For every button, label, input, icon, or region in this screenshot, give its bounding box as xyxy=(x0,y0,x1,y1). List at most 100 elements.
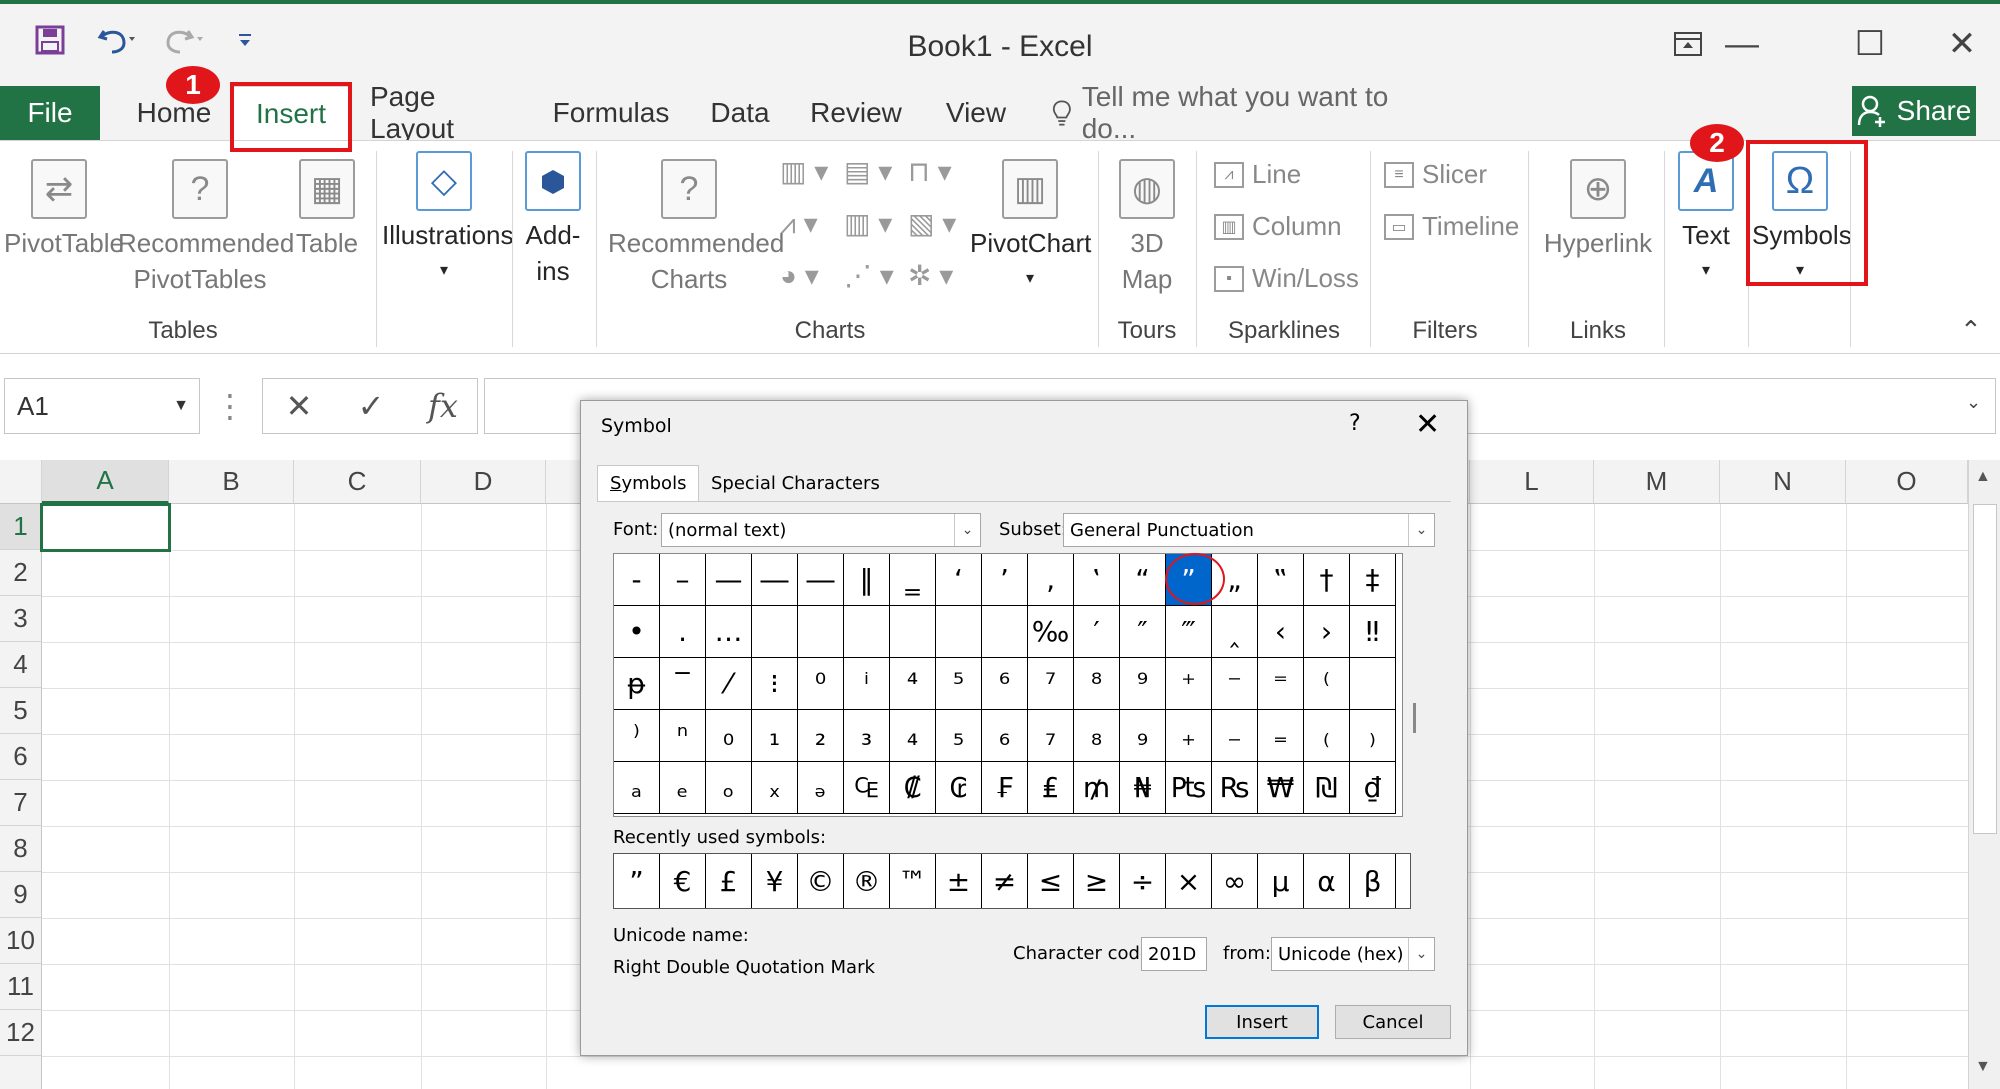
table-button[interactable]: ▦ Table xyxy=(290,159,364,261)
row-header-4[interactable]: 4 xyxy=(0,642,42,688)
symbol-cell[interactable]: ‘ xyxy=(936,554,982,606)
ribbon-display-options-icon[interactable] xyxy=(1658,22,1718,66)
symbol-cell[interactable]: ₔ xyxy=(798,762,844,814)
symbol-grid[interactable]: ‐ – — ― ― ‖ ‗ ‘’ ‚ ‛ “” „ ‟ † ‡ • ․… ‰ ′ ″ ‴ ‸ ‹ › ‼ ᵽ ‾ ⁄ ⁝ ⁰ ⁱ ⁴ ⁵ ⁶ ⁷ ⁸ ⁹… xyxy=(613,553,1403,817)
symbol-cell[interactable]: ⁾ xyxy=(614,710,660,762)
symbol-cell[interactable]: ₊ xyxy=(1166,710,1212,762)
symbol-cell[interactable]: ₆ xyxy=(982,710,1028,762)
share-button[interactable]: Share xyxy=(1852,86,1976,136)
recent-symbol-cell[interactable]: € xyxy=(660,854,706,908)
hierarchy-chart-icon[interactable]: ▤ ▾ xyxy=(844,155,892,188)
chevron-down-icon[interactable]: ⌄ xyxy=(1408,938,1434,970)
symbol-cell[interactable]: ‴ xyxy=(1166,606,1212,658)
sparkline-line-button[interactable]: ⩘ Line xyxy=(1214,159,1301,190)
symbol-cell[interactable]: ₣ xyxy=(982,762,1028,814)
tab-data[interactable]: Data xyxy=(704,86,776,140)
scatter-chart-icon[interactable]: ⋰ ▾ xyxy=(844,259,894,292)
symbol-cell[interactable] xyxy=(844,606,890,658)
chevron-down-icon[interactable]: ⌄ xyxy=(1408,514,1434,546)
symbol-cell[interactable]: ‖ xyxy=(844,554,890,606)
symbol-cell[interactable]: ₇ xyxy=(1028,710,1074,762)
symbol-cell[interactable]: ⁴ xyxy=(890,658,936,710)
symbol-cell[interactable]: ‰ xyxy=(1028,606,1074,658)
row-header-5[interactable]: 5 xyxy=(0,688,42,734)
text-button[interactable]: A Text ▾ xyxy=(1670,151,1742,289)
recent-symbol-cell[interactable]: ¥ xyxy=(752,854,798,908)
select-all-corner[interactable] xyxy=(0,460,42,504)
symbol-cell[interactable]: ₡ xyxy=(890,762,936,814)
symbol-cell[interactable]: ₤ xyxy=(1028,762,1074,814)
symbol-cell[interactable]: ₒ xyxy=(706,762,752,814)
chevron-down-icon[interactable]: ▼ xyxy=(173,397,189,415)
symbol-cell[interactable]: ₃ xyxy=(844,710,890,762)
symbol-cell[interactable]: † xyxy=(1304,554,1350,606)
tab-special-characters[interactable]: Special Characters xyxy=(699,465,892,501)
recent-symbol-cell[interactable]: ÷ xyxy=(1120,854,1166,908)
symbol-cell[interactable]: ₈ xyxy=(1074,710,1120,762)
symbol-cell[interactable]: ⁵ xyxy=(936,658,982,710)
symbol-cell[interactable]: ‸ xyxy=(1212,606,1258,658)
symbol-cell[interactable]: ’ xyxy=(982,554,1028,606)
recent-symbol-cell[interactable]: ≤ xyxy=(1028,854,1074,908)
recommended-pivottables-button[interactable]: ? Recommended PivotTables xyxy=(118,159,294,297)
enter-formula-icon[interactable]: ✓ xyxy=(346,378,396,434)
symbol-cell[interactable]: ⁼ xyxy=(1258,658,1304,710)
3d-map-button[interactable]: ◍ 3D Map xyxy=(1106,159,1188,297)
column-header-b[interactable]: B xyxy=(169,460,294,504)
symbol-cell[interactable] xyxy=(798,606,844,658)
tab-page-layout[interactable]: Page Layout xyxy=(370,81,518,144)
symbol-cell[interactable]: › xyxy=(1304,606,1350,658)
more-options-icon[interactable]: ⋮ xyxy=(208,378,252,434)
symbol-cell[interactable]: ₥ xyxy=(1074,762,1120,814)
close-icon[interactable]: ✕ xyxy=(1932,22,1992,66)
pivottable-button[interactable]: ⇄ PivotTable xyxy=(4,159,124,261)
collapse-ribbon-icon[interactable]: ⌃ xyxy=(1960,315,1982,346)
row-header-8[interactable]: 8 xyxy=(0,826,42,872)
symbol-cell[interactable]: ₂ xyxy=(798,710,844,762)
symbol-cell[interactable]: ‐ xyxy=(614,554,660,606)
symbol-cell[interactable]: ₓ xyxy=(752,762,798,814)
font-select[interactable]: (normal text) ⌄ xyxy=(661,513,981,547)
recent-symbol-cell[interactable]: α xyxy=(1304,854,1350,908)
symbol-cell[interactable]: • xyxy=(614,606,660,658)
symbol-cell[interactable]: ⁶ xyxy=(982,658,1028,710)
symbol-cell[interactable]: ₪ xyxy=(1304,762,1350,814)
sparkline-column-button[interactable]: ▥ Column xyxy=(1214,211,1342,242)
row-header-10[interactable]: 10 xyxy=(0,918,42,964)
radar-chart-icon[interactable]: ✲ ▾ xyxy=(908,259,953,292)
symbol-cell[interactable]: ₨ xyxy=(1212,762,1258,814)
row-header-2[interactable]: 2 xyxy=(0,550,42,596)
hyperlink-button[interactable]: ⊕ Hyperlink xyxy=(1536,159,1660,261)
symbol-cell[interactable]: ‗ xyxy=(890,554,936,606)
symbol-cell[interactable]: ₢ xyxy=(936,762,982,814)
column-header-n[interactable]: N xyxy=(1720,460,1846,504)
symbol-cell[interactable]: ⁻ xyxy=(1212,658,1258,710)
insert-button[interactable]: Insert xyxy=(1205,1005,1319,1039)
recent-symbol-cell[interactable]: ± xyxy=(936,854,982,908)
insert-function-icon[interactable]: fx xyxy=(418,378,468,434)
tab-view[interactable]: View xyxy=(936,86,1016,140)
symbol-cell[interactable]: ⁿ xyxy=(660,710,706,762)
symbol-cell[interactable]: ₎ xyxy=(1350,710,1396,762)
tab-formulas[interactable]: Formulas xyxy=(550,86,672,140)
symbol-cell[interactable]: – xyxy=(660,554,706,606)
symbol-cell[interactable]: ₐ xyxy=(614,762,660,814)
slicer-button[interactable]: ≡ Slicer xyxy=(1384,159,1487,190)
maximize-icon[interactable]: ☐ xyxy=(1840,22,1900,66)
add-ins-button[interactable]: Add- ins xyxy=(516,151,590,289)
column-chart-icon[interactable]: ▥ ▾ xyxy=(780,155,828,188)
symbol-cell[interactable]: ₅ xyxy=(936,710,982,762)
pivotchart-button[interactable]: ▥ PivotChart ▾ xyxy=(970,159,1091,297)
symbol-cell[interactable]: ‹ xyxy=(1258,606,1304,658)
symbol-cell[interactable]: ‟ xyxy=(1258,554,1304,606)
symbol-cell[interactable]: ₉ xyxy=(1120,710,1166,762)
recommended-charts-button[interactable]: ? Recommended Charts xyxy=(608,159,784,297)
column-header-a[interactable]: A xyxy=(42,460,169,504)
minimize-icon[interactable]: — xyxy=(1712,22,1772,66)
illustrations-button[interactable]: ◇ Illustrations ▾ xyxy=(382,151,514,289)
symbol-cell[interactable]: ₁ xyxy=(752,710,798,762)
symbol-cell[interactable]: ₄ xyxy=(890,710,936,762)
recent-symbol-cell[interactable]: µ xyxy=(1258,854,1304,908)
tell-me-box[interactable]: Tell me what you want to do... xyxy=(1052,81,1412,144)
timeline-button[interactable]: ▭ Timeline xyxy=(1384,211,1519,242)
